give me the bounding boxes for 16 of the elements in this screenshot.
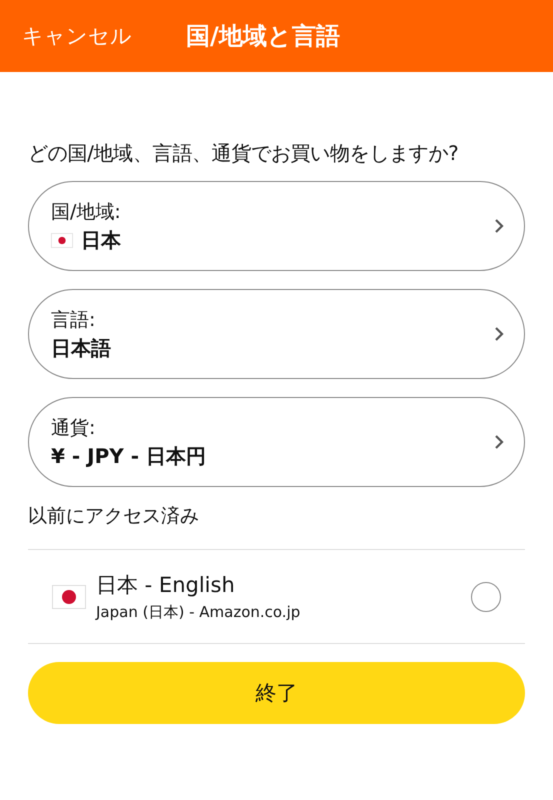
selector-field[interactable]: 通貨: ¥ - JPY - 日本円 <box>28 397 525 487</box>
chevron-icon <box>494 218 504 234</box>
item-subtitle: Japan (日本) - Amazon.co.jp <box>96 603 302 622</box>
section-heading: 以前にアクセス済み <box>28 504 200 529</box>
recent-item[interactable]: 日本 - English Japan (日本) - Amazon.co.jp <box>28 550 525 643</box>
flag-icon <box>52 584 86 608</box>
item-title: 日本 - English <box>96 572 236 599</box>
question-text: どの国/地域、言語、通貨でお買い物をしますか? <box>28 140 460 167</box>
done-button[interactable]: 終了 <box>28 662 525 724</box>
chevron-icon <box>494 326 504 342</box>
selector-field[interactable]: 言語: 日本語 <box>28 289 525 379</box>
page-title: 国/地域と言語 <box>186 21 340 52</box>
flag-icon <box>51 232 73 248</box>
radio-button[interactable] <box>471 582 501 612</box>
chevron-icon <box>494 434 504 450</box>
selector-field[interactable]: 国/地域: 日本 <box>28 181 525 271</box>
